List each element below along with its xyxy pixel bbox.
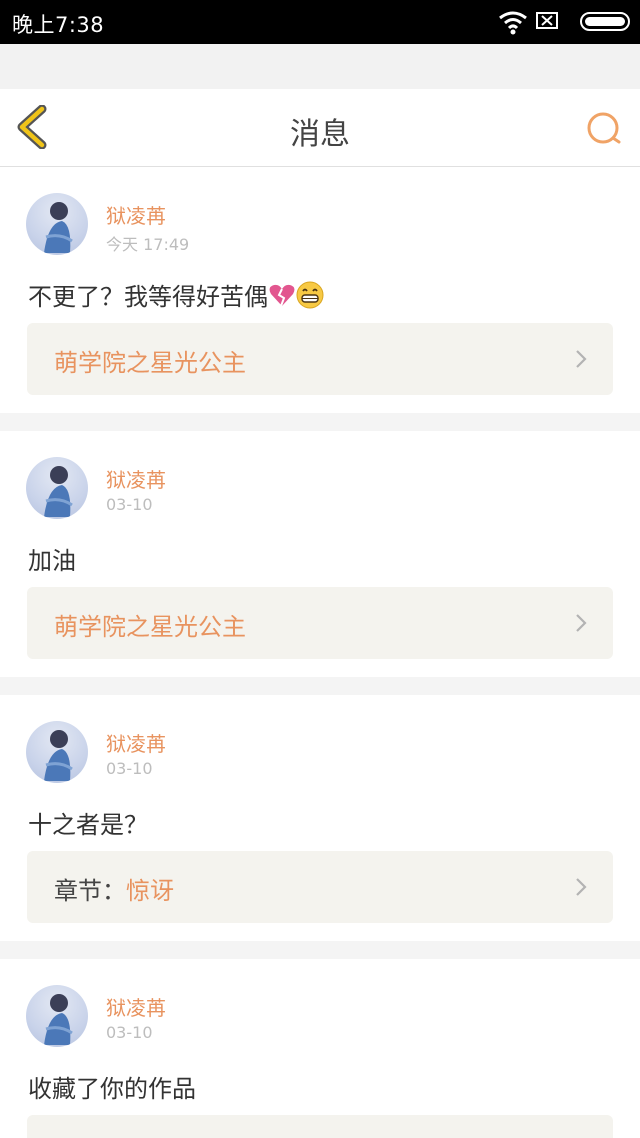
message-time: 03-10 xyxy=(106,1023,153,1042)
chapter-title: 惊讶 xyxy=(126,877,174,905)
username[interactable]: 狱凌苒 xyxy=(106,728,166,757)
message-time: 03-10 xyxy=(106,495,153,514)
broken-heart-icon xyxy=(269,284,295,307)
avatar[interactable] xyxy=(26,457,88,519)
work-link-label: 萌学院之星光公主 xyxy=(54,343,246,378)
work-link-label: 萌学院之星光公主 xyxy=(54,607,246,642)
status-bar: 晚上7:38 xyxy=(0,0,640,44)
work-link[interactable]: 萌学院之星光公主 xyxy=(27,323,613,395)
message-card: 狱凌苒 03-10 十之者是？ 章节：惊讶 xyxy=(0,695,640,941)
message-text: 收藏了你的作品 xyxy=(28,1075,196,1103)
search-icon[interactable] xyxy=(584,109,624,149)
no-sim-icon xyxy=(536,12,558,29)
message-card: 狱凌苒 03-10 加油 萌学院之星光公主 xyxy=(0,431,640,677)
grinning-face-icon xyxy=(296,281,324,309)
chapter-link-label: 章节：惊讶 xyxy=(54,871,174,906)
page-title: 消息 xyxy=(290,117,350,152)
message-text: 十之者是？ xyxy=(28,811,148,839)
nav-header: 消息 xyxy=(0,89,640,167)
username[interactable]: 狱凌苒 xyxy=(106,464,166,493)
chapter-prefix: 章节： xyxy=(54,877,126,905)
chevron-right-icon xyxy=(576,350,587,368)
avatar[interactable] xyxy=(26,721,88,783)
message-text: 加油 xyxy=(28,547,76,575)
top-spacer xyxy=(0,44,640,89)
message-text-content: 不更了？我等得好苦偶 xyxy=(28,283,268,311)
work-link[interactable] xyxy=(27,1115,613,1138)
work-link[interactable]: 萌学院之星光公主 xyxy=(27,587,613,659)
avatar[interactable] xyxy=(26,985,88,1047)
status-time: 晚上7:38 xyxy=(12,13,105,37)
message-card: 狱凌苒 03-10 收藏了你的作品 xyxy=(0,959,640,1138)
message-text: 不更了？我等得好苦偶 xyxy=(28,277,324,312)
username[interactable]: 狱凌苒 xyxy=(106,200,166,229)
message-time: 今天 17:49 xyxy=(106,235,190,254)
avatar[interactable] xyxy=(26,193,88,255)
chapter-link[interactable]: 章节：惊讶 xyxy=(27,851,613,923)
chevron-right-icon xyxy=(576,878,587,896)
message-time: 03-10 xyxy=(106,759,153,778)
work-title: 萌学院之星光公主 xyxy=(54,349,246,377)
battery-icon xyxy=(580,12,630,31)
chevron-right-icon xyxy=(576,614,587,632)
message-card: 狱凌苒 今天 17:49 不更了？我等得好苦偶 萌学院之星光公主 xyxy=(0,167,640,413)
username[interactable]: 狱凌苒 xyxy=(106,992,166,1021)
wifi-icon xyxy=(499,11,527,35)
work-title: 萌学院之星光公主 xyxy=(54,613,246,641)
